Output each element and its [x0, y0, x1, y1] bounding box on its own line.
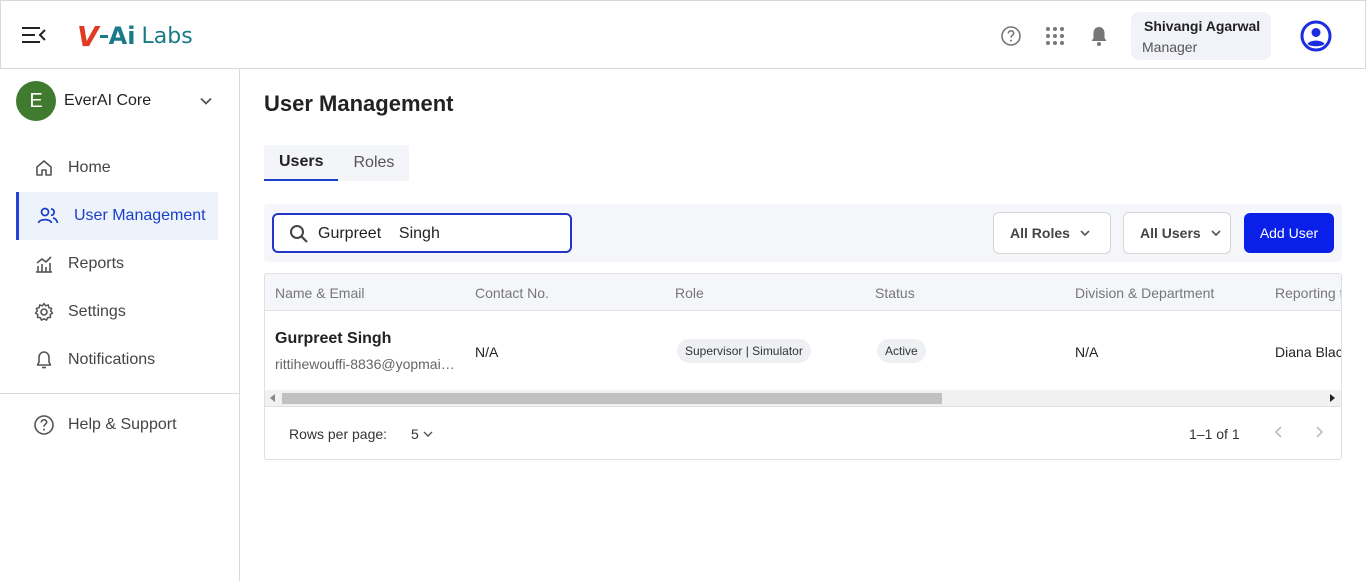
pagination-range: 1–1 of 1: [1189, 426, 1240, 442]
tab-roles[interactable]: Roles: [338, 145, 409, 181]
filter-bar: All Roles All Users Add User: [264, 204, 1342, 262]
top-bar: V Ai Labs Shivangi Agarwal Manager: [0, 0, 1366, 69]
user-profile-card[interactable]: Shivangi Agarwal Manager: [1131, 12, 1271, 60]
column-header-reporting[interactable]: Reporting t: [1275, 285, 1341, 301]
role-filter-value: All Roles: [1010, 225, 1070, 241]
column-header-name-email[interactable]: Name & Email: [275, 285, 364, 301]
sidebar-item-label: Notifications: [68, 351, 156, 368]
help-icon: [32, 413, 56, 437]
gear-icon: [32, 300, 56, 324]
org-name: EverAI Core: [64, 92, 152, 109]
user-role: Manager: [1142, 39, 1198, 55]
previous-page-icon[interactable]: [1271, 424, 1287, 445]
reporting-cell: Diana Blac: [1275, 344, 1342, 360]
division-cell: N/A: [1075, 344, 1099, 360]
users-icon: [36, 204, 60, 228]
user-name-cell: Gurpreet Singh: [275, 330, 392, 347]
sidebar: E EverAI Core Home User Management Repor…: [0, 69, 240, 581]
sidebar-item-label: User Management: [74, 207, 206, 224]
rows-per-page-value: 5: [411, 426, 419, 442]
add-user-button[interactable]: Add User: [1244, 213, 1334, 253]
rows-per-page-label: Rows per page:: [289, 426, 388, 442]
logo-labs: Labs: [141, 23, 193, 49]
chevron-down-icon: [423, 431, 433, 437]
horizontal-scrollbar[interactable]: [265, 390, 1341, 407]
scroll-right-arrow-icon[interactable]: [1330, 394, 1335, 402]
sidebar-item-notifications[interactable]: Notifications: [16, 336, 218, 384]
user-name: Shivangi Agarwal: [1144, 18, 1261, 34]
account-avatar-icon[interactable]: [1300, 20, 1332, 57]
sidebar-item-label: Help & Support: [68, 416, 177, 433]
sidebar-item-home[interactable]: Home: [16, 144, 218, 192]
chevron-down-icon: [198, 93, 214, 114]
org-switcher[interactable]: E EverAI Core: [16, 81, 222, 121]
v-ai-labs-logo[interactable]: V Ai Labs: [77, 19, 193, 53]
chevron-down-icon: [1080, 230, 1090, 237]
role-filter-select[interactable]: All Roles: [993, 212, 1111, 254]
sidebar-item-help-support[interactable]: Help & Support: [16, 401, 218, 449]
help-icon[interactable]: [1000, 25, 1022, 47]
sidebar-divider: [0, 393, 240, 394]
table-row[interactable]: Gurpreet Singh rittihewouffi-8836@yopmai…: [265, 311, 1342, 391]
logo-ai: Ai: [108, 22, 136, 50]
table-header: Name & Email Contact No. Role Status Div…: [265, 274, 1341, 311]
rows-per-page-select[interactable]: 5: [411, 426, 435, 442]
scroll-left-arrow-icon[interactable]: [270, 394, 275, 402]
sidebar-item-label: Reports: [68, 255, 125, 272]
chart-icon: [32, 252, 56, 276]
bell-icon: [32, 348, 56, 372]
org-avatar: E: [16, 81, 56, 121]
logo-v: V: [77, 19, 99, 53]
user-filter-select[interactable]: All Users: [1123, 212, 1231, 254]
role-chip: Supervisor | Simulator: [677, 339, 811, 363]
search-box[interactable]: [272, 213, 572, 253]
status-badge: Active: [877, 339, 926, 363]
sidebar-item-label: Settings: [68, 303, 126, 320]
contact-cell: N/A: [475, 344, 499, 360]
bell-icon[interactable]: [1088, 25, 1110, 47]
apps-grid-icon[interactable]: [1044, 25, 1066, 47]
search-input[interactable]: [318, 223, 558, 245]
column-header-contact[interactable]: Contact No.: [475, 285, 549, 301]
column-header-role[interactable]: Role: [675, 285, 704, 301]
chevron-down-icon: [1211, 230, 1221, 237]
tab-users[interactable]: Users: [264, 145, 339, 181]
tab-list: Users Roles: [264, 145, 410, 181]
user-filter-value: All Users: [1140, 225, 1201, 241]
sidebar-item-settings[interactable]: Settings: [16, 288, 218, 336]
menu-collapse-icon[interactable]: [21, 25, 47, 50]
sidebar-item-label: Home: [68, 159, 111, 176]
home-icon: [32, 156, 56, 180]
users-table: Name & Email Contact No. Role Status Div…: [264, 273, 1342, 460]
page-title: User Management: [264, 91, 454, 116]
user-email-cell: rittihewouffi-8836@yopmail.com: [275, 356, 457, 372]
scrollbar-thumb[interactable]: [282, 393, 942, 404]
column-header-division[interactable]: Division & Department: [1075, 285, 1214, 301]
next-page-icon[interactable]: [1311, 424, 1327, 445]
column-header-status[interactable]: Status: [875, 285, 915, 301]
logo-dash: [99, 34, 108, 38]
search-icon: [290, 225, 308, 243]
sidebar-item-user-management[interactable]: User Management: [16, 192, 218, 240]
sidebar-item-reports[interactable]: Reports: [16, 240, 218, 288]
